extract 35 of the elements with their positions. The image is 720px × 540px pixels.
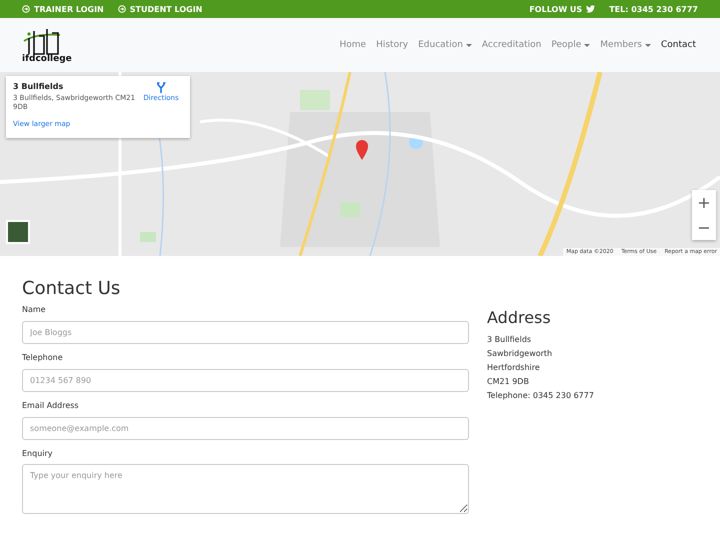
field-label: Enquiry [22,449,54,458]
arrow-circle-icon [22,5,30,13]
zoom-button[interactable]: − [692,215,716,240]
nav-link[interactable]: Home [340,40,366,50]
field-label: Name [22,305,47,314]
place-title: 3 Bullfields [13,82,64,91]
nav-link[interactable]: Education [418,40,472,50]
address-line: Telephone: 0345 230 6777 [487,390,594,402]
login-link[interactable]: STUDENT LOGIN [118,4,202,14]
logo-mark-icon [22,26,62,54]
nav-link[interactable]: Contact [660,40,696,50]
input-field[interactable]: 01234 567 890 [22,369,469,392]
zoom-button[interactable]: + [692,190,716,215]
field-label: Telephone [22,353,64,362]
nav-link[interactable]: History [376,40,408,50]
page-heading: Contact Us [22,278,122,299]
arrow-circle-icon [118,5,126,13]
input-field[interactable]: someone@example.com [22,417,469,440]
address-line: Hertfordshire [487,362,541,374]
address-line: CM21 9DB [487,376,530,388]
login-link[interactable]: TRAINER LOGIN [22,4,104,14]
field-label: Email Address [22,401,80,410]
address-line: 3 Bullfields [487,334,532,346]
nav-link[interactable]: People [551,40,590,50]
nav-link[interactable]: Members [600,40,651,50]
enquiry-field[interactable]: Type your enquiry here [22,464,469,514]
address-line: Sawbridgeworth [487,348,554,360]
bird-icon [586,5,596,13]
fork-arrow-icon [156,82,166,93]
logo-text: ifdcollege [22,54,72,64]
address-heading: Address [487,308,552,327]
nav-link[interactable]: Accreditation [482,40,542,50]
phone-number: TEL: 0345 230 6777 [609,4,698,14]
satellite-toggle[interactable] [6,220,30,244]
follow-link[interactable]: FOLLOW US [529,4,596,14]
